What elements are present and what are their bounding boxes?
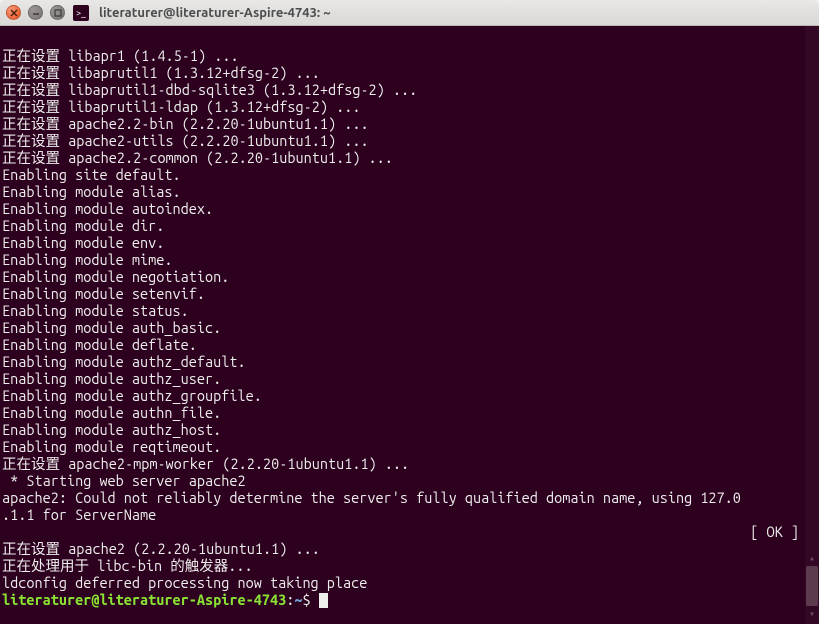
terminal-line: 正在设置 libapr1 (1.4.5-1) ... <box>2 47 239 64</box>
terminal-window: >_ literaturer@literaturer-Aspire-4743: … <box>0 0 819 624</box>
status-ok-line: [ OK ] <box>2 523 10 540</box>
terminal-line: Enabling module authn_file. <box>2 404 221 421</box>
window-controls <box>6 5 65 20</box>
prompt-line: literaturer@literaturer-Aspire-4743:~$ <box>2 591 328 608</box>
ok-badge: [ OK ] <box>750 523 799 540</box>
scroll-thumb[interactable] <box>806 566 818 606</box>
terminal-line: Enabling module authz_user. <box>2 370 221 387</box>
scroll-down-icon[interactable]: ▾ <box>806 608 818 620</box>
terminal-line: 正在设置 apache2-mpm-worker (2.2.20-1ubuntu1… <box>2 455 409 472</box>
terminal-line: 正在设置 libaprutil1 (1.3.12+dfsg-2) ... <box>2 64 320 81</box>
terminal-line: ldconfig deferred processing now taking … <box>2 574 367 591</box>
terminal-line: Enabling module autoindex. <box>2 200 213 217</box>
terminal-line: Enabling module negotiation. <box>2 268 229 285</box>
prompt-user-host: literaturer@literaturer-Aspire-4743 <box>2 591 286 608</box>
close-icon <box>10 9 18 17</box>
terminal-line: Enabling module mime. <box>2 251 173 268</box>
terminal-line: Enabling site default. <box>2 166 181 183</box>
terminal-line: Enabling module authz_host. <box>2 421 221 438</box>
close-button[interactable] <box>6 5 21 20</box>
terminal-line: 正在设置 libaprutil1-dbd-sqlite3 (1.3.12+dfs… <box>2 81 417 98</box>
terminal-line: Enabling module setenvif. <box>2 285 205 302</box>
terminal-line: Enabling module alias. <box>2 183 181 200</box>
terminal-line: Enabling module status. <box>2 302 189 319</box>
cursor <box>319 593 328 608</box>
terminal-body[interactable]: 正在设置 libapr1 (1.4.5-1) ... 正在设置 libaprut… <box>0 26 819 624</box>
terminal-content: 正在设置 libapr1 (1.4.5-1) ... 正在设置 libaprut… <box>2 30 817 608</box>
terminal-line: 正在设置 apache2.2-common (2.2.20-1ubuntu1.1… <box>2 149 393 166</box>
scroll-up-icon[interactable]: ▴ <box>806 552 818 564</box>
terminal-line: 正在设置 apache2-utils (2.2.20-1ubuntu1.1) .… <box>2 132 369 149</box>
terminal-line: apache2: Could not reliably determine th… <box>2 489 741 506</box>
terminal-line: Enabling module dir. <box>2 217 164 234</box>
terminal-line: 正在处理用于 libc-bin 的触发器... <box>2 557 253 574</box>
window-title: literaturer@literaturer-Aspire-4743: ~ <box>99 6 331 20</box>
terminal-line: Enabling module authz_default. <box>2 353 246 370</box>
terminal-icon: >_ <box>73 5 89 21</box>
minimize-button[interactable] <box>28 5 43 20</box>
terminal-line: * Starting web server apache2 <box>2 472 246 489</box>
terminal-line: 正在设置 apache2.2-bin (2.2.20-1ubuntu1.1) .… <box>2 115 369 132</box>
terminal-line: Enabling module deflate. <box>2 336 197 353</box>
terminal-line: Enabling module authz_groupfile. <box>2 387 262 404</box>
terminal-line: Enabling module auth_basic. <box>2 319 221 336</box>
terminal-line: 正在设置 apache2 (2.2.20-1ubuntu1.1) ... <box>2 540 320 557</box>
maximize-button[interactable] <box>50 5 65 20</box>
terminal-line: 正在设置 libaprutil1-ldap (1.3.12+dfsg-2) ..… <box>2 98 360 115</box>
titlebar[interactable]: >_ literaturer@literaturer-Aspire-4743: … <box>0 0 819 26</box>
scrollbar[interactable]: ▴ ▾ <box>805 26 819 624</box>
terminal-line: Enabling module env. <box>2 234 164 251</box>
terminal-line: .1.1 for ServerName <box>2 506 156 523</box>
minimize-icon <box>32 9 40 17</box>
terminal-line: Enabling module reqtimeout. <box>2 438 221 455</box>
prompt-dollar: $ <box>302 591 318 608</box>
maximize-icon <box>54 9 62 17</box>
